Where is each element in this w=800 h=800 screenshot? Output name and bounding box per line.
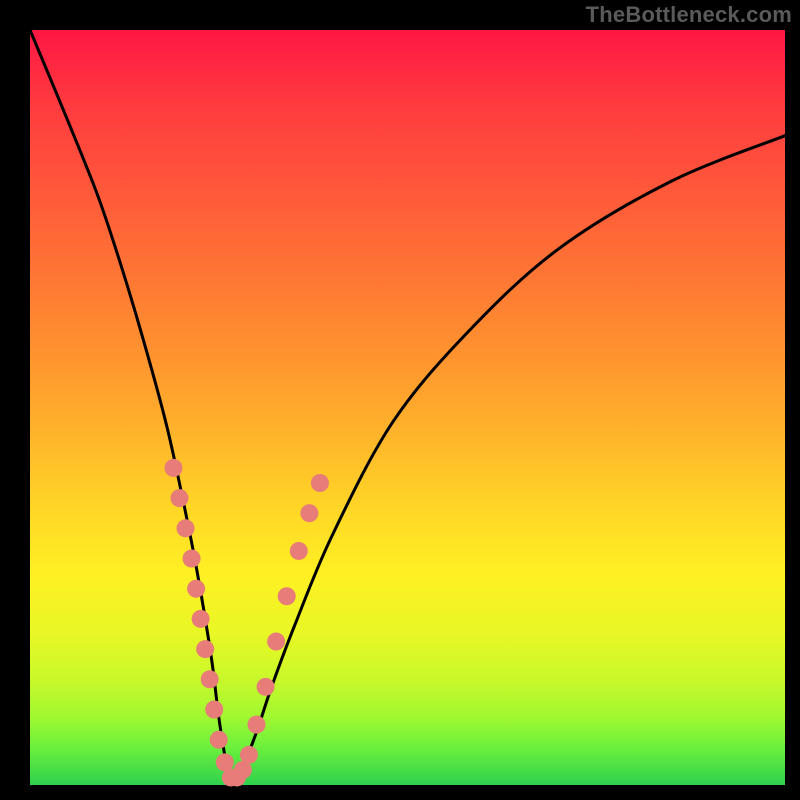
chart-svg — [30, 30, 785, 785]
plot-area — [30, 30, 785, 785]
marker-dot — [164, 459, 182, 477]
marker-dot — [300, 504, 318, 522]
marker-dot — [205, 701, 223, 719]
marker-dot — [240, 746, 258, 764]
marker-dot — [192, 610, 210, 628]
bottleneck-curve — [30, 30, 785, 778]
marker-dot — [248, 716, 266, 734]
marker-dot — [257, 678, 275, 696]
marker-dot — [170, 489, 188, 507]
watermark-text: TheBottleneck.com — [586, 2, 792, 28]
marker-dot — [187, 580, 205, 598]
marker-dot — [210, 731, 228, 749]
marker-dot — [290, 542, 308, 560]
marker-dots-group — [164, 459, 328, 787]
chart-frame: TheBottleneck.com — [0, 0, 800, 800]
marker-dot — [183, 550, 201, 568]
marker-dot — [311, 474, 329, 492]
marker-dot — [177, 519, 195, 537]
marker-dot — [201, 670, 219, 688]
marker-dot — [278, 587, 296, 605]
marker-dot — [267, 633, 285, 651]
marker-dot — [196, 640, 214, 658]
